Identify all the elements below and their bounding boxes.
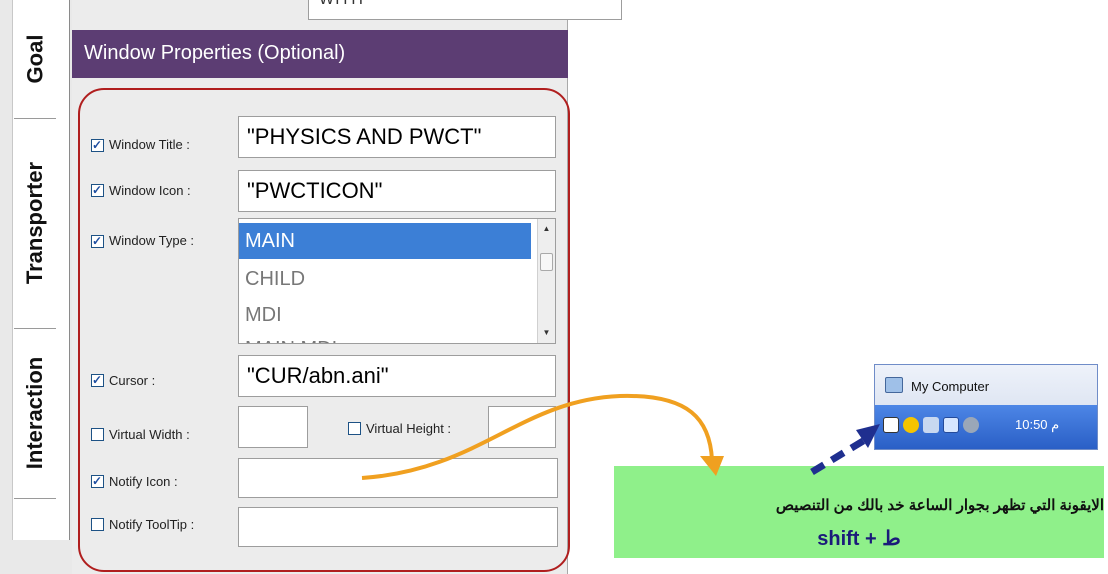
orange-curved-arrow (361, 393, 714, 480)
blue-dashed-arrow (810, 435, 870, 475)
annotation-arrows (361, 393, 880, 480)
orange-arrowhead (700, 456, 724, 476)
